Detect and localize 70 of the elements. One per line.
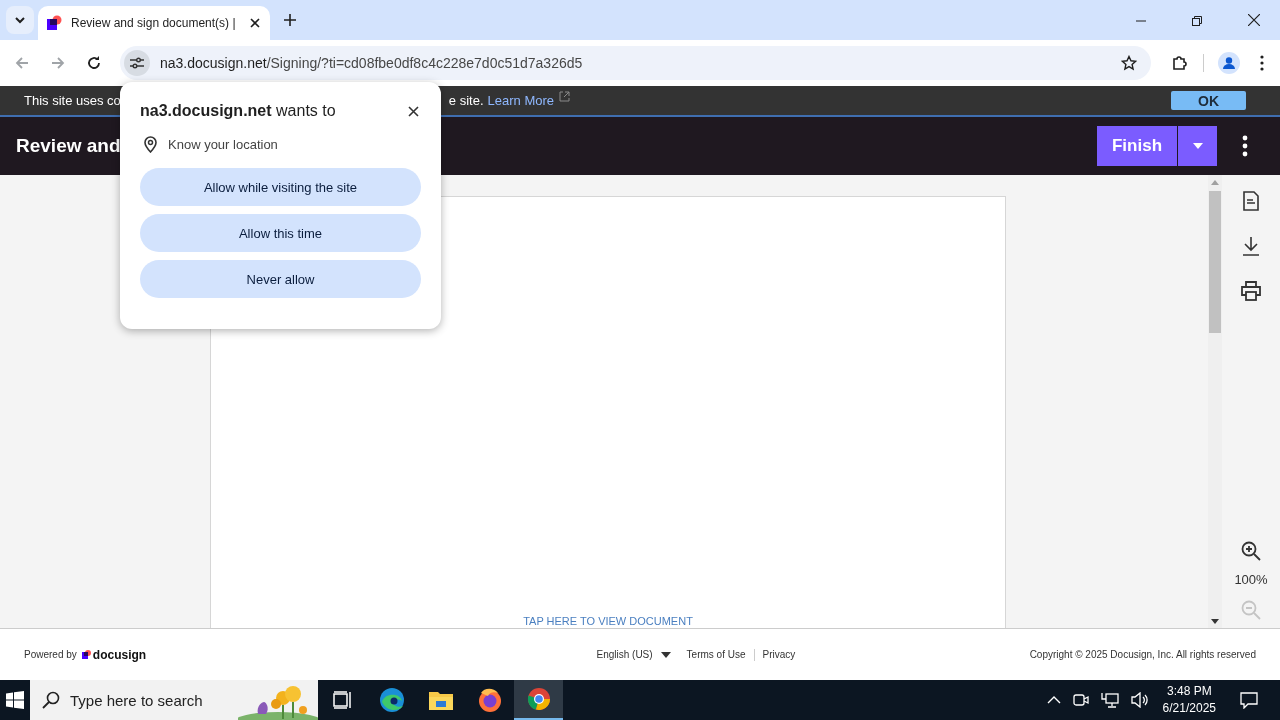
star-icon [1121,55,1137,71]
folder-icon [428,690,453,710]
puzzle-icon [1171,54,1189,72]
caret-down-icon [1192,143,1203,149]
footer-link[interactable]: Terms of Use [682,649,750,660]
external-link-icon [559,91,570,102]
page-title: Review and [16,135,121,157]
popup-title: na3.docusign.net wants to [140,102,336,120]
ok-button[interactable]: OK [1171,91,1246,110]
docusign-favicon-icon [46,15,62,31]
permission-button[interactable]: Allow this time [140,214,421,252]
chevron-up-icon [1046,696,1061,704]
site-settings-icon [124,50,150,76]
more-menu-icon [1260,55,1264,71]
cookie-notice-text: This site uses co [24,93,121,108]
tab-title: Review and sign document(s) | [71,16,237,30]
url-text: na3.docusign.net/Signing/?ti=cd08fbe0df8c4c228e7d0c51d7a326d5 [160,55,583,71]
scrollbar[interactable] [1208,175,1222,628]
volume-icon [1130,692,1149,708]
taskbar-search-field[interactable]: Type here to search [30,680,318,720]
reload-icon [86,55,102,71]
search-icon [42,691,60,709]
new-tab-icon [284,14,296,26]
notification-icon [1240,691,1258,709]
scrollbar-thumb[interactable] [1209,191,1221,333]
edge-icon [378,687,405,713]
brand-name: docusign [92,647,147,662]
browser-tab[interactable]: Review and sign document(s) | [38,6,270,40]
scroll-up-icon [1211,180,1219,185]
caret-down-icon [660,651,671,658]
cookie-notice-text: e site. [448,93,484,108]
document-icon [1243,191,1259,211]
download-icon [1242,236,1260,256]
chrome-icon [526,687,551,711]
address-bar[interactable]: na3.docusign.net/Signing/?ti=cd08fbe0df8c4c228e7d0c51d7a326d5 [120,46,1151,80]
back-icon [14,55,30,71]
forward-icon [50,55,66,71]
close-icon [250,18,260,28]
finish-button[interactable]: Finish [1097,126,1177,166]
close-icon [1248,14,1260,26]
copyright-text: Copyright © 2025 Docusign, Inc. All rights reserved [1029,649,1256,660]
language-dropdown[interactable]: English (US) [596,649,671,660]
taskbar-app[interactable] [514,680,563,720]
task-view-icon [332,691,353,709]
docusign-logo-icon [81,650,91,659]
location-pin-icon [144,136,157,153]
profile-avatar-icon [1218,52,1240,74]
learn-more-link[interactable]: Learn More [487,93,554,108]
camera-icon [1072,692,1089,708]
zoom-in-icon [1241,541,1261,561]
tab-list-button[interactable] [6,6,34,34]
close-icon [408,105,419,117]
more-menu-icon [1242,135,1248,157]
scroll-down-icon [1211,619,1219,624]
print-icon [1241,281,1261,301]
permission-button[interactable]: Allow while visiting the site [140,168,421,206]
network-icon [1100,692,1119,708]
restore-icon [1192,16,1202,26]
windows-start-icon [6,691,24,709]
chevron-down-icon [14,16,26,24]
clock-date: 6/21/2025 [1162,700,1216,717]
permission-text: Know your location [168,137,278,152]
footer-link[interactable]: Privacy [758,649,800,660]
clock-time: 3:48 PM [1166,683,1212,700]
permission-button[interactable]: Never allow [140,260,421,298]
powered-by-text: Powered by [24,649,77,660]
zoom-level: 100% [1234,572,1268,587]
firefox-icon [476,687,503,713]
view-document-link[interactable]: TAP HERE TO VIEW DOCUMENT [523,615,693,627]
zoom-out-icon [1241,600,1261,620]
